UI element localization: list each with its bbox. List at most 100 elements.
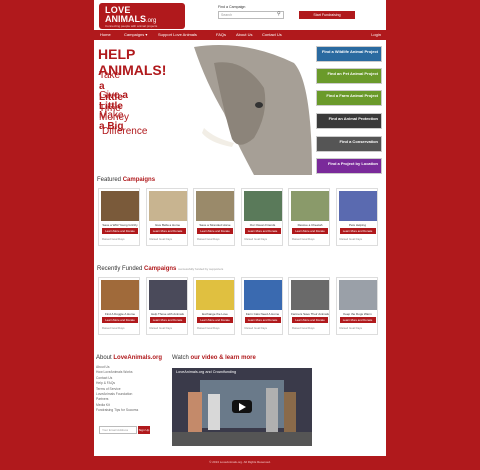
campaign-stats: Raised Goal Days (292, 326, 315, 330)
site-logo[interactable]: LOVE ANIMALS.org Connecting people with … (99, 3, 185, 29)
learn-more-button[interactable]: Learn More and Donate (197, 317, 233, 323)
campaign-card[interactable]: Farm Cats Need A Home Learn More and Dona… (240, 277, 283, 335)
hero-banner: HELP ANIMALS! Take a Little Time Give a … (94, 43, 312, 175)
campaign-title[interactable]: Rescue a Cheetah (290, 223, 330, 227)
nav-campaigns[interactable]: Campaigns ▾ (124, 32, 147, 37)
about-title: About LoveAnimals.org (96, 355, 162, 361)
campaign-image[interactable] (243, 280, 282, 310)
campaign-image[interactable] (196, 280, 234, 310)
campaign-card[interactable]: Help Those with Animals Learn More and Do… (145, 277, 188, 335)
banner-pet[interactable]: Find an Pet Animal Project (316, 68, 382, 84)
campaign-card[interactable]: Exchange the Love Learn More and Donate Ra… (193, 277, 235, 335)
campaign-stats: Raised Goal Days (102, 326, 125, 330)
campaign-card[interactable]: Save a Wild Young Grizzly Learn More and … (98, 188, 140, 246)
campaign-title[interactable]: Help Those with Animals (148, 312, 188, 316)
learn-more-button[interactable]: Learn More and Donate (102, 228, 138, 234)
learn-more-button[interactable]: Learn More and Donate (292, 317, 328, 323)
search-input[interactable]: Search (218, 11, 284, 19)
main-nav: Home Campaigns ▾ Support Love Animals FA… (94, 30, 386, 40)
campaign-card[interactable]: Keep the Dogs Warm Learn More and Donate R… (335, 277, 378, 335)
banner-wildlife[interactable]: Find a Wildlife Animal Project (316, 46, 382, 62)
page-container: LOVE ANIMALS.org Connecting people with … (94, 0, 386, 470)
campaign-title[interactable]: Find A Doggie A Home (100, 312, 140, 316)
learn-more-button[interactable]: Learn More and Donate (149, 228, 186, 234)
campaign-card[interactable]: Farmers Save Their Animals Learn More and… (288, 277, 330, 335)
login-link[interactable]: Login (371, 32, 381, 37)
learn-more-button[interactable]: Learn More and Donate (102, 317, 138, 323)
learn-more-button[interactable]: Learn More and Donate (244, 228, 281, 234)
hero-line-2-pre: Give (99, 90, 123, 101)
campaign-title[interactable]: Save a Stranded Horse (195, 223, 235, 227)
banner-protection[interactable]: Find an Animal Protection (316, 113, 382, 129)
banner-location[interactable]: Find a Project by Location (316, 158, 382, 174)
campaign-title[interactable]: Pets Helping (338, 223, 378, 227)
subscribe-email-input[interactable]: Your Email Address (99, 426, 137, 434)
featured-title: Featured Campaigns (97, 177, 155, 183)
recent-note: successfully funded by supporters (178, 267, 224, 271)
recent-title: Recently Funded Campaigns successfully f… (97, 266, 223, 272)
banner-conservation[interactable]: Find a Conservation (316, 136, 382, 152)
campaign-image[interactable] (196, 191, 234, 221)
campaign-image[interactable] (338, 191, 377, 221)
about-links: About Us How LoveAnimals Works Contact U… (96, 365, 138, 414)
campaign-stats: Raised Goal Days (197, 237, 220, 241)
hero-line-4: Difference (102, 126, 148, 137)
about-link[interactable]: Fundraising Tips for Success (96, 408, 138, 413)
campaign-title[interactable]: Our Ocean Friends (243, 223, 283, 227)
campaign-card[interactable]: Save a Stranded Horse Learn More and Dona… (193, 188, 235, 246)
search-icon[interactable]: ⚲ (277, 11, 281, 17)
campaign-card[interactable]: Our Ocean Friends Learn More and Donate Ra… (240, 188, 283, 246)
campaign-stats: Raised Goal Days (244, 237, 268, 241)
nav-about[interactable]: About Us (236, 32, 252, 37)
campaign-stats: Raised Goal Days (292, 237, 315, 241)
campaign-image[interactable] (148, 280, 187, 310)
about-title-pre: About (96, 355, 112, 361)
campaign-stats: Raised Goal Days (149, 237, 173, 241)
campaign-stats: Raised Goal Days (339, 237, 363, 241)
footer: © 2013 LoveAnimals.org. All Rights Reser… (94, 456, 386, 470)
campaign-card[interactable]: Rescue a Cheetah Learn More and Donate Rai… (288, 188, 330, 246)
video-caption: LoveAnimals.org and Crowdfunding (176, 370, 237, 374)
featured-title-bold: Campaigns (122, 177, 156, 183)
learn-more-button[interactable]: Learn More and Donate (339, 317, 376, 323)
about-title-bold: LoveAnimals.org (113, 355, 163, 361)
learn-more-button[interactable]: Learn More and Donate (292, 228, 328, 234)
campaign-stats: Raised Goal Days (244, 326, 268, 330)
campaign-title[interactable]: Farmers Save Their Animals (290, 312, 330, 316)
campaign-stats: Raised Goal Days (149, 326, 173, 330)
campaign-title[interactable]: Farm Cats Need A Home (243, 312, 283, 316)
campaign-card[interactable]: Pets Helping Learn More and Donate Raised … (335, 188, 378, 246)
campaign-image[interactable] (101, 191, 139, 221)
campaign-title[interactable]: Exchange the Love (195, 312, 235, 316)
campaign-image[interactable] (243, 191, 282, 221)
banner-farm[interactable]: Find a Farm Animal Project (316, 90, 382, 106)
campaign-title[interactable]: Give Bella a Home (148, 223, 188, 227)
campaign-image[interactable] (338, 280, 377, 310)
play-button[interactable] (232, 400, 252, 413)
start-fundraising-button[interactable]: Start Fundraising (299, 11, 355, 19)
campaign-card[interactable]: Give Bella a Home Learn More and Donate Ra… (145, 188, 188, 246)
learn-more-button[interactable]: Learn More and Donate (244, 317, 281, 323)
recent-title-pre: Recently Funded (97, 266, 143, 272)
learn-more-button[interactable]: Learn More and Donate (149, 317, 186, 323)
recent-title-bold: Campaigns (144, 266, 177, 272)
learn-more-button[interactable]: Learn More and Donate (339, 228, 376, 234)
campaign-image[interactable] (101, 280, 139, 310)
campaign-title[interactable]: Save a Wild Young Grizzly (100, 223, 140, 227)
nav-faqs[interactable]: FAQs (216, 32, 226, 37)
campaign-image[interactable] (148, 191, 187, 221)
campaign-image[interactable] (291, 191, 329, 221)
campaign-stats: Raised Goal Days (339, 326, 363, 330)
subscribe-button[interactable]: Sign Up (138, 426, 150, 434)
campaign-card[interactable]: Find A Doggie A Home Learn More and Donat… (98, 277, 140, 335)
campaign-image[interactable] (291, 280, 329, 310)
learn-more-button[interactable]: Learn More and Donate (197, 228, 233, 234)
logo-tagline: Connecting people with animal projects (105, 24, 158, 28)
nav-support[interactable]: Support Love Animals (158, 32, 197, 37)
featured-title-pre: Featured (97, 177, 122, 183)
nav-contact[interactable]: Contact Us (262, 32, 282, 37)
video-player[interactable]: LoveAnimals.org and Crowdfunding (172, 368, 312, 446)
find-campaign-label: Find a Campaign (218, 5, 246, 9)
nav-home[interactable]: Home (100, 32, 111, 37)
campaign-title[interactable]: Keep the Dogs Warm (338, 312, 378, 316)
